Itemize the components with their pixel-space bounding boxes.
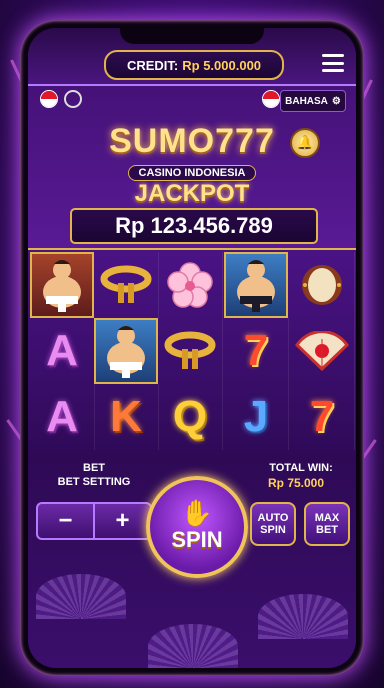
sakura-flower-symbol: [158, 252, 223, 318]
seven-symbol: 7: [224, 318, 289, 384]
logo-subtitle: CASINO INDONESIA: [127, 165, 257, 181]
bet-label: BET: [83, 462, 105, 474]
rope-belt-symbol: [94, 252, 159, 318]
rope-belt-symbol: [158, 318, 223, 384]
indonesia-flag-icon[interactable]: [40, 90, 58, 108]
decorative-fan: [36, 574, 126, 619]
control-panel: BET BET SETTING TOTAL WIN: Rp 75.000 − +…: [28, 454, 356, 668]
globe-icon[interactable]: [64, 90, 82, 108]
phone-notch: [120, 28, 264, 44]
total-win-label: TOTAL WIN:: [269, 462, 333, 474]
hand-icon: ✋: [180, 499, 214, 529]
jackpot-amount-display: Rp 123.456.789: [70, 208, 318, 244]
credit-value: Rp 5.000.000: [182, 57, 262, 73]
game-screen: CREDIT: Rp 5.000.000 BAHASA ⚙ SUMO777 CA…: [28, 28, 356, 668]
game-logo: SUMO777 CASINO INDONESIA: [94, 122, 290, 181]
sumo-wrestler-symbol: [224, 252, 288, 318]
auto-spin-button[interactable]: AUTO SPIN: [250, 502, 296, 546]
bet-decrease-button[interactable]: −: [38, 504, 95, 538]
max-bet-button[interactable]: MAX BET: [304, 502, 350, 546]
letter-a-symbol: A: [30, 318, 95, 384]
bet-increase-button[interactable]: +: [95, 504, 150, 538]
decorative-fan: [148, 624, 238, 668]
taiko-drum-symbol: [290, 252, 355, 318]
credit-label: CREDIT:: [126, 57, 179, 73]
jackpot-label: JACKPOT: [134, 180, 250, 207]
spin-label: SPIN: [171, 527, 223, 552]
bet-stepper: − +: [36, 502, 152, 540]
language-label: BAHASA: [285, 95, 328, 107]
letter-j-symbol: J: [224, 384, 289, 450]
total-win-value: Rp 75.000: [268, 476, 325, 490]
letter-a-symbol: A: [30, 384, 95, 450]
language-button[interactable]: BAHASA ⚙: [280, 90, 346, 112]
jackpot-amount: Rp 123.456.789: [115, 213, 273, 238]
reel-grid: A 7 A K Q J 7: [28, 248, 356, 456]
bell-icon[interactable]: 🔔: [290, 128, 320, 158]
hamburger-menu-icon[interactable]: [322, 54, 344, 72]
letter-k-symbol: K: [94, 384, 159, 450]
folding-fan-symbol: [290, 318, 355, 384]
bet-setting-label: BET SETTING: [57, 476, 131, 488]
seven-symbol: 7: [290, 384, 355, 450]
decorative-fan: [258, 594, 348, 639]
spin-button[interactable]: ✋ SPIN: [146, 476, 248, 578]
sumo-wrestler-symbol: [30, 252, 94, 318]
credit-display: CREDIT: Rp 5.000.000: [104, 50, 284, 80]
sumo-wrestler-symbol: [94, 318, 158, 384]
gear-icon: ⚙: [331, 95, 341, 107]
logo-title: SUMO777: [109, 122, 275, 160]
letter-q-symbol: Q: [158, 384, 223, 450]
language-flag-icon[interactable]: [262, 90, 280, 108]
